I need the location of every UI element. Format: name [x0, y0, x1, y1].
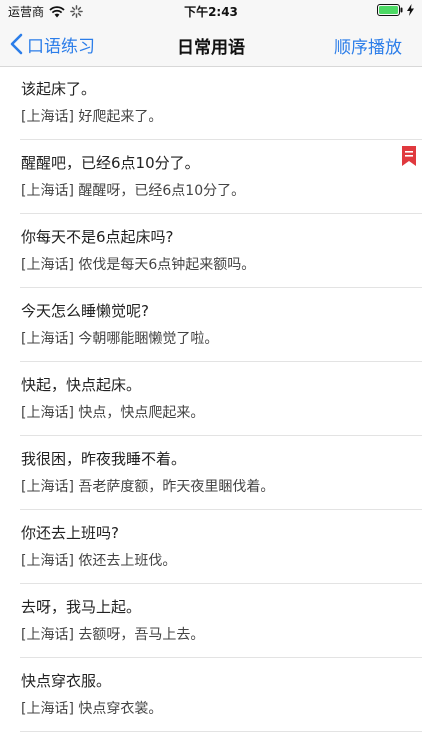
phrase-row[interactable]: 快点穿衣服。 [上海话] 快点穿衣裳。 — [20, 658, 422, 732]
battery-icon — [377, 4, 403, 16]
phrase-shanghainese: [上海话] 吾老萨度额，昨天夜里睏伐着。 — [21, 479, 275, 495]
phrase-shanghainese: [上海话] 快点穿衣裳。 — [21, 701, 163, 717]
phrase-mandarin: 今天怎么睡懒觉呢? — [21, 302, 149, 320]
phrase-mandarin: 快点穿衣服。 — [21, 672, 112, 690]
phrase-mandarin: 快起，快点起床。 — [21, 376, 142, 394]
phrase-row[interactable]: 今天怎么睡懒觉呢? [上海话] 今朝哪能睏懒觉了啦。 — [20, 288, 422, 362]
phrase-row[interactable]: 醒醒吧，已经6点10分了。 [上海话] 醒醒呀，已经6点10分了。 — [20, 140, 422, 214]
phrase-mandarin: 我很困，昨夜我睡不着。 — [21, 450, 187, 468]
phrase-mandarin: 该起床了。 — [21, 80, 97, 98]
phrase-shanghainese: [上海话] 快点，快点爬起来。 — [21, 405, 205, 421]
back-button-label: 口语练习 — [27, 36, 95, 57]
phrase-shanghainese: [上海话] 侬还去上班伐。 — [21, 553, 177, 569]
phrase-row[interactable]: 你还去上班吗? [上海话] 侬还去上班伐。 — [20, 510, 422, 584]
status-right — [377, 4, 414, 16]
charging-bolt-icon — [407, 4, 414, 16]
phrase-shanghainese: [上海话] 好爬起来了。 — [21, 109, 163, 125]
phrase-list: 该起床了。 [上海话] 好爬起来了。醒醒吧，已经6点10分了。 [上海话] 醒醒呀，… — [0, 66, 422, 732]
phrase-shanghainese: [上海话] 今朝哪能睏懒觉了啦。 — [21, 331, 219, 347]
status-time: 下午2:43 — [184, 5, 238, 19]
phrase-mandarin: 醒醒吧，已经6点10分了。 — [21, 154, 200, 172]
phrase-shanghainese: [上海话] 醒醒呀，已经6点10分了。 — [21, 183, 246, 199]
phrase-mandarin: 去呀，我马上起。 — [21, 598, 142, 616]
phrase-row[interactable]: 你每天不是6点起床吗? [上海话] 侬伐是每天6点钟起来额吗。 — [20, 214, 422, 288]
phrase-shanghainese: [上海话] 去额呀，吾马上去。 — [21, 627, 205, 643]
navigation-bar: 口语练习 日常用语 顺序播放 — [0, 22, 422, 67]
phrase-mandarin: 你还去上班吗? — [21, 524, 119, 542]
phrase-row[interactable]: 该起床了。 [上海话] 好爬起来了。 — [20, 66, 422, 140]
phrase-row[interactable]: 我很困，昨夜我睡不着。 [上海话] 吾老萨度额，昨天夜里睏伐着。 — [20, 436, 422, 510]
sequential-play-button[interactable]: 顺序播放 — [334, 33, 402, 58]
phrase-shanghainese: [上海话] 侬伐是每天6点钟起来额吗。 — [21, 257, 256, 273]
phrase-row[interactable]: 去呀，我马上起。 [上海话] 去额呀，吾马上去。 — [20, 584, 422, 658]
status-bar: 运营商 下午2:43 — [0, 0, 422, 22]
bookmark-icon[interactable] — [402, 146, 416, 166]
back-button[interactable]: 口语练习 — [10, 30, 95, 58]
chevron-left-icon — [10, 33, 23, 55]
phrase-mandarin: 你每天不是6点起床吗? — [21, 228, 174, 246]
phrase-row[interactable]: 快起，快点起床。 [上海话] 快点，快点爬起来。 — [20, 362, 422, 436]
